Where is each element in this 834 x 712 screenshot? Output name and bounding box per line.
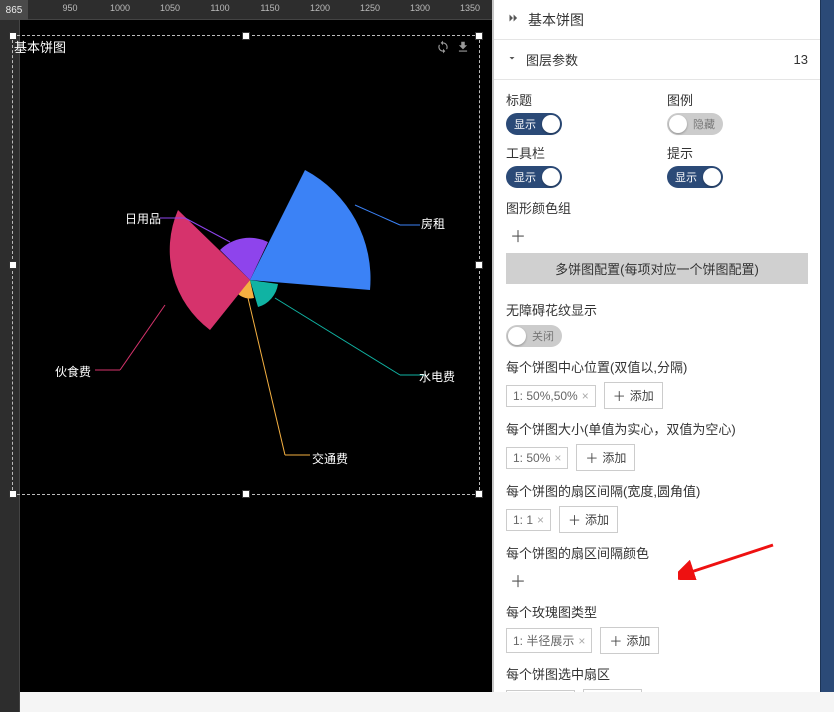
legend-toggle[interactable]: 隐藏 [667, 113, 723, 135]
size-label: 每个饼图大小(单值为实心，双值为空心) [506, 419, 808, 438]
ruler-tick-label: 1200 [310, 3, 330, 13]
color-group-label: 图形颜色组 [506, 198, 808, 217]
layer-params-label: 图层参数 [526, 50, 578, 69]
tooltip-toggle[interactable]: 显示 [667, 166, 723, 188]
resize-handle[interactable] [9, 32, 17, 40]
rose-type-tag[interactable]: 1: 半径展示× [506, 628, 592, 653]
ruler-tick-label: 1050 [160, 3, 180, 13]
toolbar-toggle[interactable]: 显示 [506, 166, 562, 188]
ruler-tick-label: 950 [62, 3, 77, 13]
add-size-button[interactable]: ＋添加 [576, 444, 635, 471]
close-icon[interactable]: × [554, 451, 561, 465]
right-dock-bar[interactable] [820, 0, 834, 692]
title-label: 标题 [506, 90, 647, 109]
close-icon[interactable]: × [582, 389, 589, 403]
title-toggle[interactable]: 显示 [506, 113, 562, 135]
chart-label-daily: 日用品 [125, 210, 161, 227]
panel-title: 基本饼图 [528, 10, 584, 30]
rose-type-label: 每个玫瑰图类型 [506, 602, 808, 621]
gap-color-label: 每个饼图的扇区间隔颜色 [506, 543, 808, 562]
multi-pie-config-button[interactable]: 多饼图配置(每项对应一个饼图配置) [506, 253, 808, 284]
size-tag[interactable]: 1: 50%× [506, 447, 568, 469]
ruler-tick-label: 1100 [210, 3, 229, 13]
ruler-coord-box: 865 [0, 0, 28, 20]
resize-handle[interactable] [475, 490, 483, 498]
layer-params-count: 13 [794, 52, 808, 67]
toolbar-label: 工具栏 [506, 143, 647, 162]
center-tag[interactable]: 1: 50%,50%× [506, 385, 596, 407]
tooltip-label: 提示 [667, 143, 808, 162]
properties-panel: 基本饼图 图层参数 13 标题 显示 图例 隐藏 工具栏 显示 提示 [492, 0, 820, 692]
ruler-tick-label: 1350 [460, 3, 480, 13]
chart-label-transport: 交通费 [312, 450, 348, 467]
center-pos-label: 每个饼图中心位置(双值以,分隔) [506, 357, 808, 376]
add-center-button[interactable]: ＋添加 [604, 382, 663, 409]
chart-label-food: 伙食费 [55, 363, 91, 380]
resize-handle[interactable] [9, 261, 17, 269]
ruler-tick-label: 1000 [110, 3, 130, 13]
chart-label-utilities: 水电费 [419, 368, 455, 385]
close-icon[interactable]: × [537, 513, 544, 527]
add-color-button[interactable]: ＋ [506, 223, 530, 247]
resize-handle[interactable] [242, 490, 250, 498]
accessible-toggle[interactable]: 关闭 [506, 325, 562, 347]
canvas-area: 865 950 1000 1050 1100 1150 1200 1250 13… [0, 0, 492, 692]
ruler-horizontal: 950 1000 1050 1100 1150 1200 1250 1300 1… [0, 0, 492, 20]
accessible-label: 无障碍花纹显示 [506, 300, 808, 319]
gap-tag[interactable]: 1: 1× [506, 509, 551, 531]
resize-handle[interactable] [475, 261, 483, 269]
gap-label: 每个饼图的扇区间隔(宽度,圆角值) [506, 481, 808, 500]
resize-handle[interactable] [242, 32, 250, 40]
resize-handle[interactable] [475, 32, 483, 40]
rose-pie-chart: 房租 水电费 交通费 伙食费 日用品 [60, 100, 440, 460]
collapse-icon[interactable] [506, 11, 520, 28]
ruler-tick-label: 1250 [360, 3, 380, 13]
panel-header[interactable]: 基本饼图 [494, 0, 820, 40]
selected-sector-label: 每个饼图选中扇区 [506, 664, 808, 683]
chevron-down-icon[interactable] [506, 52, 518, 67]
add-gap-color-button[interactable]: ＋ [506, 568, 530, 592]
layer-params-row[interactable]: 图层参数 13 [494, 40, 820, 80]
add-gap-button[interactable]: ＋添加 [559, 506, 618, 533]
param-body: 标题 显示 图例 隐藏 工具栏 显示 提示 显示 图形颜色组 ＋ 多饼图配置(每… [494, 80, 820, 692]
add-rose-type-button[interactable]: ＋添加 [600, 627, 659, 654]
resize-handle[interactable] [9, 490, 17, 498]
chart-label-rent: 房租 [421, 215, 445, 232]
legend-label: 图例 [667, 90, 808, 109]
close-icon[interactable]: × [578, 634, 585, 648]
ruler-tick-label: 1150 [260, 3, 279, 13]
ruler-tick-label: 1300 [410, 3, 430, 13]
